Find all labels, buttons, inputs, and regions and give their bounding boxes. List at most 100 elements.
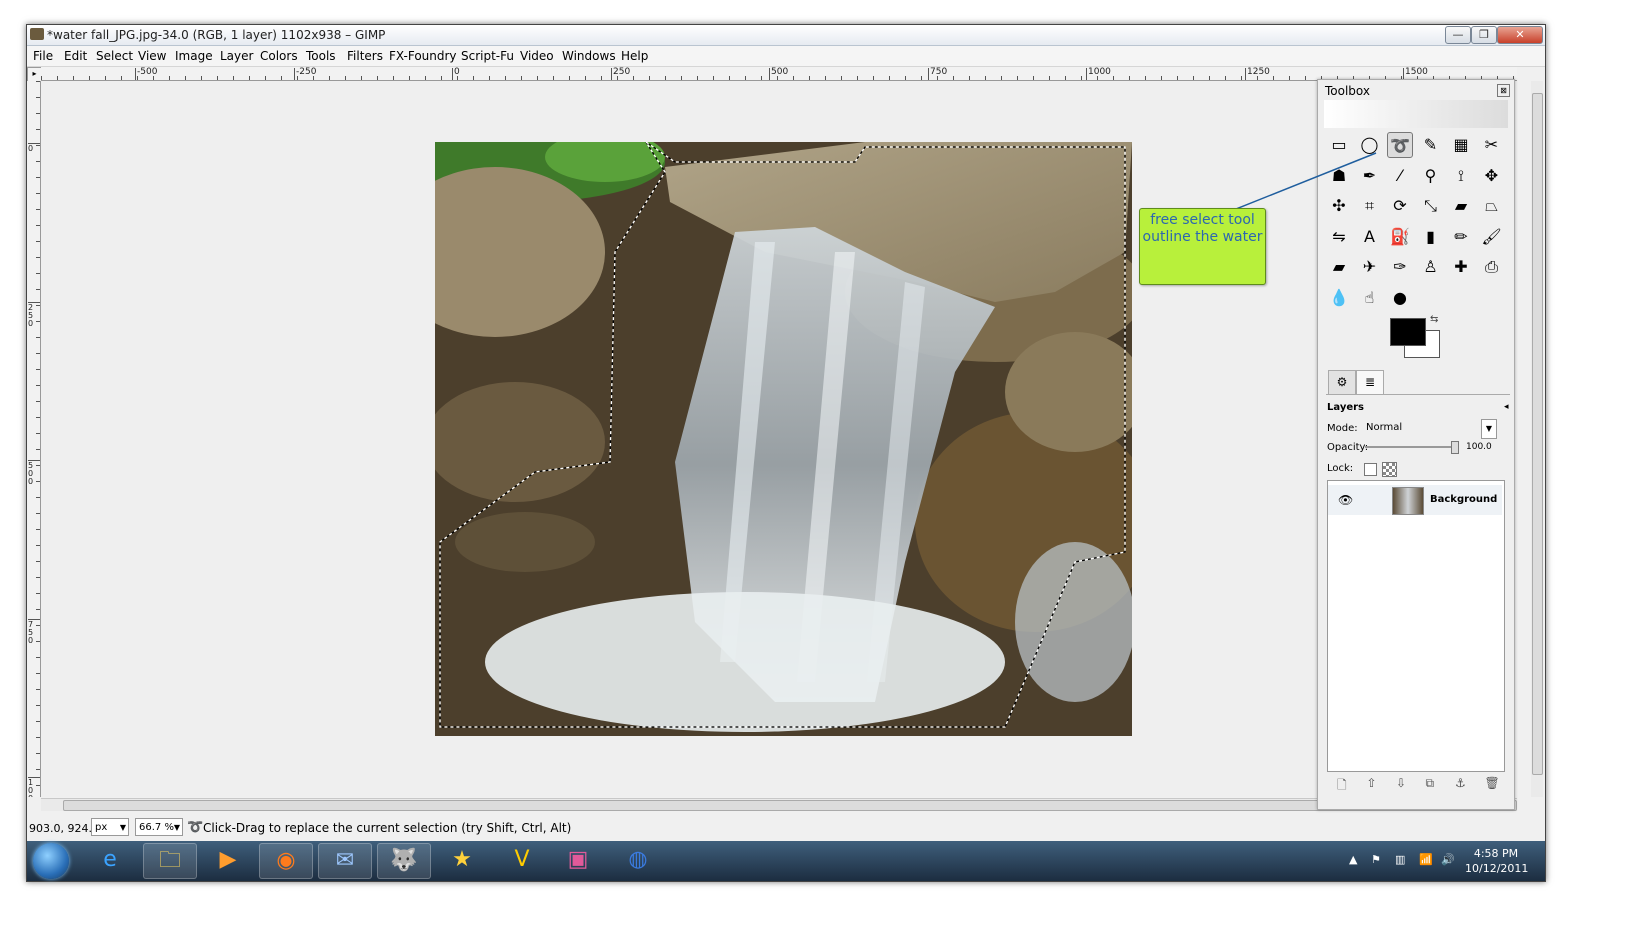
perspective-icon[interactable]: ⏢: [1479, 193, 1505, 219]
shear-icon[interactable]: ▰: [1448, 193, 1474, 219]
ruler-corner-button[interactable]: ▸: [27, 67, 42, 82]
menu-scriptfu[interactable]: Script-Fu: [461, 49, 514, 63]
heal-icon[interactable]: ✚: [1448, 254, 1474, 280]
lower-layer-icon[interactable]: ⇩: [1396, 776, 1406, 790]
minimize-button[interactable]: —: [1445, 26, 1471, 44]
duplicate-layer-icon[interactable]: ⧉: [1426, 776, 1435, 791]
scale-icon[interactable]: ⤡: [1418, 193, 1444, 219]
select-by-color-icon[interactable]: ▦: [1448, 132, 1474, 158]
firefox-icon[interactable]: ◉: [259, 843, 313, 879]
unit-select[interactable]: px ▼: [91, 818, 129, 836]
ruler-minor-tick: [409, 76, 410, 80]
zoom-icon[interactable]: ⚲: [1418, 163, 1444, 189]
rect-select-icon[interactable]: ▭: [1326, 132, 1352, 158]
blur-icon[interactable]: 💧: [1326, 285, 1352, 311]
foreground-color-swatch[interactable]: [1390, 318, 1426, 346]
menu-colors[interactable]: Colors: [260, 49, 298, 63]
opacity-slider-knob[interactable]: [1451, 441, 1459, 454]
perspective-clone-icon[interactable]: ⎙: [1479, 254, 1505, 280]
menu-windows[interactable]: Windows: [562, 49, 616, 63]
volume-icon[interactable]: 🔊: [1441, 853, 1455, 866]
ruler-label: 250: [28, 303, 34, 328]
image-canvas[interactable]: [41, 81, 1317, 797]
ruler-minor-tick: [329, 76, 330, 80]
foreground-select-icon[interactable]: ☗: [1326, 163, 1352, 189]
star-app-icon[interactable]: ★: [435, 843, 489, 879]
photo-app-icon[interactable]: ▣: [551, 843, 605, 879]
dodge-burn-icon[interactable]: ●: [1387, 285, 1413, 311]
layers-tab[interactable]: ≣: [1356, 370, 1384, 394]
align-icon[interactable]: ✣: [1326, 193, 1352, 219]
panel-menu-icon[interactable]: ◂: [1504, 402, 1509, 412]
maximize-button[interactable]: ❐: [1471, 26, 1497, 44]
vertical-scrollbar[interactable]: [1531, 81, 1543, 797]
menu-select[interactable]: Select: [96, 49, 133, 63]
menu-file[interactable]: File: [33, 49, 53, 63]
text-icon[interactable]: A: [1357, 224, 1383, 250]
lock-pixels-checkbox[interactable]: [1364, 463, 1377, 476]
eye-icon[interactable]: 👁: [1338, 493, 1353, 507]
rotate-icon[interactable]: ⟳: [1387, 193, 1413, 219]
close-button[interactable]: ✕: [1497, 26, 1543, 44]
airbrush-icon[interactable]: ✈: [1357, 254, 1383, 280]
opacity-slider[interactable]: [1365, 441, 1459, 454]
smudge-icon[interactable]: ☝: [1357, 285, 1383, 311]
paths-icon[interactable]: ✒: [1357, 163, 1383, 189]
eraser-icon[interactable]: ▰: [1326, 254, 1352, 280]
menu-help[interactable]: Help: [621, 49, 648, 63]
clone-icon[interactable]: ♙: [1418, 254, 1444, 280]
toolbox-close-button[interactable]: ⊠: [1497, 84, 1510, 97]
explorer-icon[interactable]: 🗀: [143, 843, 197, 879]
menu-layer[interactable]: Layer: [220, 49, 253, 63]
move-icon[interactable]: ✥: [1479, 163, 1505, 189]
globe-app-icon[interactable]: ◍: [611, 843, 665, 879]
ie-icon[interactable]: e: [83, 843, 137, 879]
ellipse-select-icon[interactable]: ◯: [1357, 132, 1383, 158]
menu-image[interactable]: Image: [175, 49, 213, 63]
pencil-icon[interactable]: ✏: [1448, 224, 1474, 250]
blend-icon[interactable]: ▮: [1418, 224, 1444, 250]
measure-icon[interactable]: ⟟: [1448, 163, 1474, 189]
horizontal-scroll-thumb[interactable]: [63, 800, 1517, 811]
lock-alpha-checkbox[interactable]: [1382, 462, 1397, 477]
horizontal-scrollbar[interactable]: [41, 798, 1517, 811]
crop-icon[interactable]: ⌗: [1357, 193, 1383, 219]
system-clock[interactable]: 4:58 PM 10/12/2011: [1465, 846, 1528, 876]
mode-select[interactable]: Normal ▼: [1362, 418, 1500, 439]
zoom-select[interactable]: 66.7 % ▼: [135, 818, 183, 836]
ink-icon[interactable]: ✑: [1387, 254, 1413, 280]
show-hidden-icons-icon[interactable]: ▲: [1349, 853, 1357, 866]
media-player-icon[interactable]: ▶: [201, 843, 255, 879]
menu-edit[interactable]: Edit: [64, 49, 87, 63]
opacity-value[interactable]: 100.0: [1466, 442, 1492, 452]
layer-row[interactable]: 👁 Background: [1328, 485, 1502, 515]
power-icon[interactable]: ▥: [1395, 853, 1405, 866]
color-picker-icon[interactable]: ⁄: [1387, 163, 1413, 189]
action-center-icon[interactable]: ⚑: [1371, 853, 1381, 866]
menu-view[interactable]: View: [138, 49, 166, 63]
paintbrush-icon[interactable]: 🖌: [1479, 224, 1505, 250]
free-select-icon[interactable]: ➰: [1387, 132, 1413, 158]
anchor-layer-icon[interactable]: ⚓: [1455, 776, 1466, 790]
start-button[interactable]: [33, 843, 69, 879]
bucket-fill-icon[interactable]: ⛽: [1387, 224, 1413, 250]
menu-filters[interactable]: Filters: [347, 49, 383, 63]
delete-layer-icon[interactable]: 🗑: [1485, 776, 1500, 790]
menu-video[interactable]: Video: [520, 49, 554, 63]
scissors-icon[interactable]: ✂: [1479, 132, 1505, 158]
raise-layer-icon[interactable]: ⇧: [1367, 776, 1377, 790]
waterfall-photo[interactable]: [435, 142, 1132, 736]
new-layer-icon[interactable]: 🗋: [1337, 776, 1347, 797]
vertical-scroll-thumb[interactable]: [1532, 93, 1543, 775]
menu-fxfoundry[interactable]: FX-Foundry: [389, 49, 457, 63]
gimp-icon[interactable]: 🐺: [377, 843, 431, 879]
network-icon[interactable]: 📶: [1419, 853, 1433, 866]
v-app-icon[interactable]: V: [495, 843, 549, 879]
menu-tools[interactable]: Tools: [306, 49, 336, 63]
fuzzy-select-icon[interactable]: ✎: [1418, 132, 1444, 158]
thunderbird-icon[interactable]: ✉: [318, 843, 372, 879]
flip-icon[interactable]: ⇋: [1326, 224, 1352, 250]
tool-options-tab[interactable]: ⚙: [1328, 370, 1356, 394]
swap-colors-icon[interactable]: ⇆: [1430, 314, 1438, 325]
ruler-minor-tick: [36, 513, 40, 514]
